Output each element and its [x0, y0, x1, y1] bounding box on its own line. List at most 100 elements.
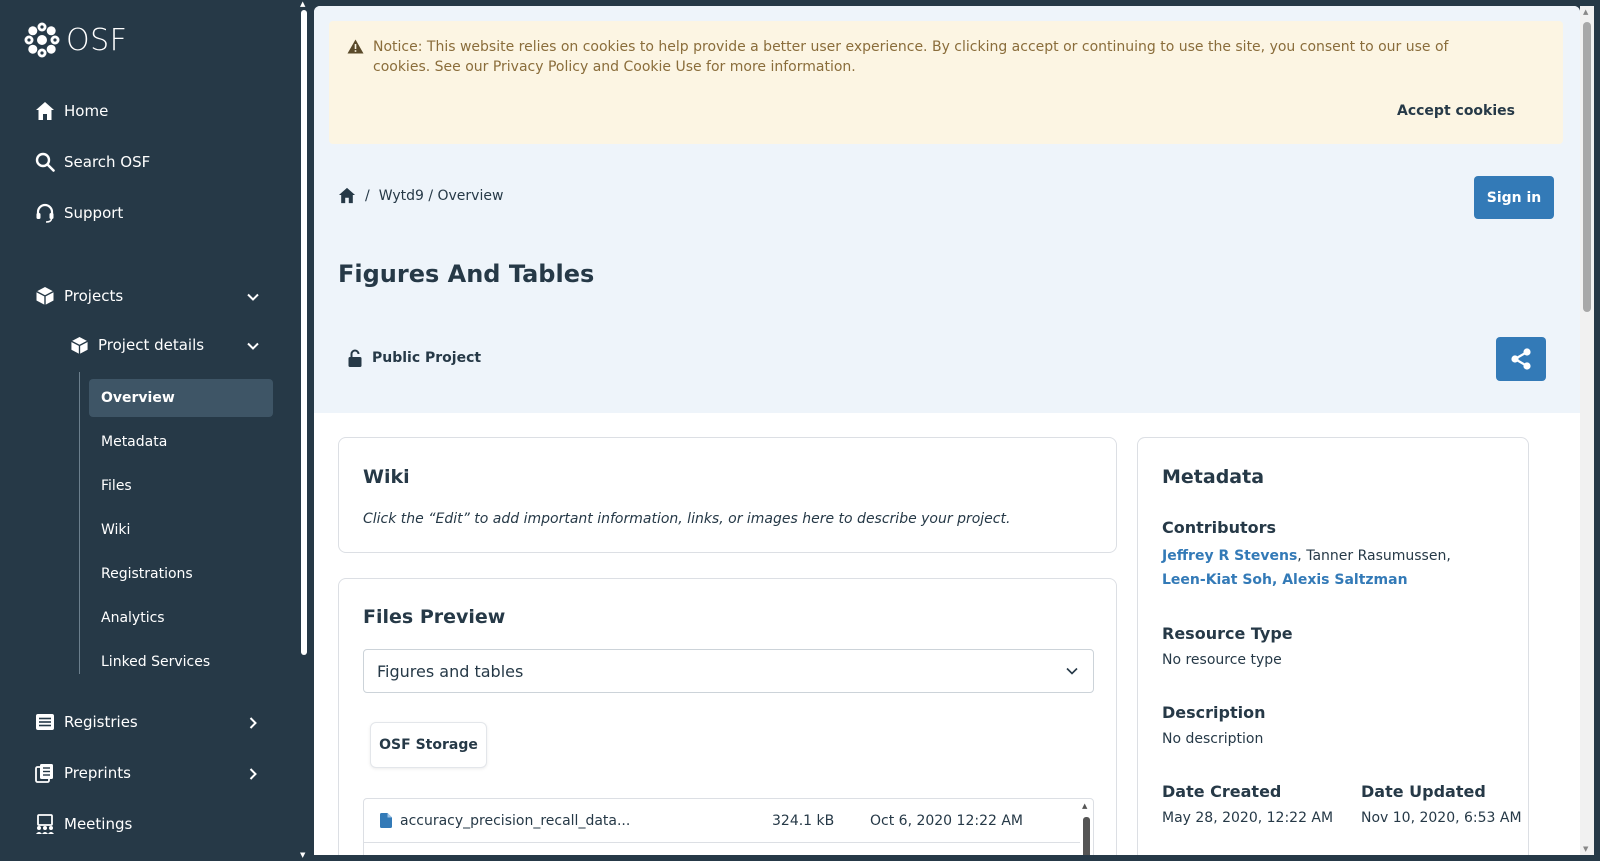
osf-logo[interactable]: OSF: [24, 22, 127, 58]
file-name[interactable]: accuracy_precision_recall_data...: [400, 813, 630, 829]
home-icon[interactable]: [338, 187, 356, 204]
file-row[interactable]: accuracy_precision_recall_data... 324.1 …: [364, 799, 1080, 843]
date-created-value: May 28, 2020, 12:22 AM: [1162, 810, 1334, 826]
contributors-line-2: Leen-Kiat Soh, Alexis Saltzman: [1162, 572, 1408, 588]
contributor-name: Tanner Rasumussen,: [1306, 548, 1451, 564]
files-preview-title: Files Preview: [363, 606, 506, 628]
cookie-notice-text: Notice: This website relies on cookies t…: [373, 39, 1449, 75]
files-component-select[interactable]: Figures and tables: [363, 649, 1094, 693]
wiki-card: Wiki Click the “Edit” to add important i…: [338, 437, 1117, 553]
sidebar: OSF Home Search OSF Support Projects Pro…: [0, 0, 300, 861]
chevron-right-icon[interactable]: [246, 716, 260, 730]
nav-meetings-label: Meetings: [64, 815, 133, 833]
share-icon: [1511, 348, 1531, 370]
scroll-down-icon[interactable]: ▼: [300, 851, 305, 859]
nav-project-details[interactable]: Project details: [68, 334, 204, 356]
description-value: No description: [1162, 731, 1264, 747]
search-icon: [34, 151, 56, 173]
chevron-down-icon[interactable]: [246, 339, 260, 353]
scroll-down-icon[interactable]: ▼: [1583, 845, 1588, 853]
nav-metadata[interactable]: Metadata: [89, 423, 273, 461]
wiki-hint: Click the “Edit” to add important inform…: [363, 511, 1011, 527]
nav-home-label: Home: [64, 102, 109, 120]
file-list-scroll-thumb[interactable]: [1083, 817, 1090, 855]
home-icon: [34, 100, 56, 122]
sidebar-scrollbar[interactable]: ▲ ▼: [300, 0, 308, 861]
breadcrumb-path[interactable]: Wytd9 / Overview: [379, 188, 504, 204]
scroll-up-icon[interactable]: ▲: [1082, 802, 1087, 810]
date-updated-value: Nov 10, 2020, 6:53 AM: [1361, 810, 1522, 826]
meetings-icon: [34, 813, 56, 835]
cube-icon: [34, 285, 56, 307]
scroll-up-icon[interactable]: ▲: [300, 0, 305, 8]
nav-linked-services[interactable]: Linked Services: [89, 643, 273, 681]
nav-meetings[interactable]: Meetings: [34, 813, 132, 835]
nav-home[interactable]: Home: [34, 100, 108, 122]
nav-registries[interactable]: Registries: [34, 711, 138, 733]
unlock-icon: [348, 349, 362, 367]
file-size: 324.1 kB: [772, 812, 835, 829]
contributor-separator: ,: [1297, 548, 1307, 564]
wiki-title: Wiki: [363, 466, 410, 488]
nav-registries-label: Registries: [64, 713, 138, 731]
nav-overview[interactable]: Overview: [89, 379, 273, 417]
breadcrumb: / Wytd9 / Overview: [338, 187, 503, 204]
file-date: Oct 6, 2020 12:22 AM: [870, 812, 1023, 829]
file-list: accuracy_precision_recall_data... 324.1 …: [363, 798, 1094, 855]
nav-search-label: Search OSF: [64, 153, 151, 171]
nav-files[interactable]: Files: [89, 467, 273, 505]
nav-support-label: Support: [64, 204, 124, 222]
preprints-icon: [34, 762, 56, 784]
main-scroll-thumb[interactable]: [1583, 22, 1591, 312]
main-content: Notice: This website relies on cookies t…: [314, 6, 1580, 855]
contributor-link[interactable]: Jeffrey R Stevens: [1162, 548, 1297, 564]
visibility-label: Public Project: [372, 350, 482, 366]
osf-logo-icon: [24, 22, 60, 58]
contributors-label: Contributors: [1162, 518, 1277, 537]
osf-logo-text: OSF: [66, 22, 128, 58]
nav-search[interactable]: Search OSF: [34, 151, 150, 173]
nav-support[interactable]: Support: [34, 202, 123, 224]
registries-icon: [34, 711, 56, 733]
accept-cookies-button[interactable]: Accept cookies: [1397, 103, 1515, 119]
tree-line: [79, 372, 80, 674]
resource-type-label: Resource Type: [1162, 624, 1293, 643]
nav-wiki[interactable]: Wiki: [89, 511, 273, 549]
resource-type-value: No resource type: [1162, 652, 1282, 668]
scroll-up-icon[interactable]: ▲: [1583, 8, 1588, 16]
warning-icon: [347, 39, 364, 54]
visibility-status: Public Project: [348, 349, 481, 367]
nav-projects[interactable]: Projects: [34, 285, 123, 307]
contributors-line-1: Jeffrey R Stevens, Tanner Rasumussen,: [1162, 548, 1451, 564]
headset-icon: [34, 202, 56, 224]
cookie-notice: Notice: This website relies on cookies t…: [329, 21, 1563, 144]
share-button[interactable]: [1496, 337, 1546, 381]
nav-project-details-label: Project details: [98, 336, 205, 354]
nav-preprints[interactable]: Preprints: [34, 762, 131, 784]
sidebar-scroll-thumb[interactable]: [301, 10, 307, 655]
date-updated-label: Date Updated: [1361, 782, 1486, 801]
chevron-down-icon: [1066, 667, 1078, 675]
file-list-scrollbar[interactable]: ▲: [1079, 799, 1093, 855]
metadata-card: Metadata Contributors Jeffrey R Stevens,…: [1137, 437, 1529, 855]
sign-in-button[interactable]: Sign in: [1474, 176, 1554, 219]
files-preview-card: Files Preview Figures and tables OSF Sto…: [338, 578, 1117, 855]
nav-analytics[interactable]: Analytics: [89, 599, 273, 637]
file-icon: [380, 813, 392, 828]
cube-icon: [68, 334, 90, 356]
main-scrollbar[interactable]: ▲ ▼: [1580, 6, 1594, 855]
contributor-link[interactable]: Leen-Kiat Soh, Alexis Saltzman: [1162, 572, 1408, 588]
nav-registrations[interactable]: Registrations: [89, 555, 273, 593]
metadata-title: Metadata: [1162, 466, 1265, 488]
page-title: Figures And Tables: [338, 260, 595, 288]
nav-projects-label: Projects: [64, 287, 124, 305]
project-header: Notice: This website relies on cookies t…: [314, 6, 1580, 413]
description-label: Description: [1162, 703, 1266, 722]
chevron-down-icon[interactable]: [246, 290, 260, 304]
files-component-selected: Figures and tables: [377, 661, 524, 681]
date-created-label: Date Created: [1162, 782, 1282, 801]
breadcrumb-separator: /: [365, 187, 370, 204]
nav-preprints-label: Preprints: [64, 764, 131, 782]
chevron-right-icon[interactable]: [246, 767, 260, 781]
osf-storage-button[interactable]: OSF Storage: [370, 722, 487, 768]
